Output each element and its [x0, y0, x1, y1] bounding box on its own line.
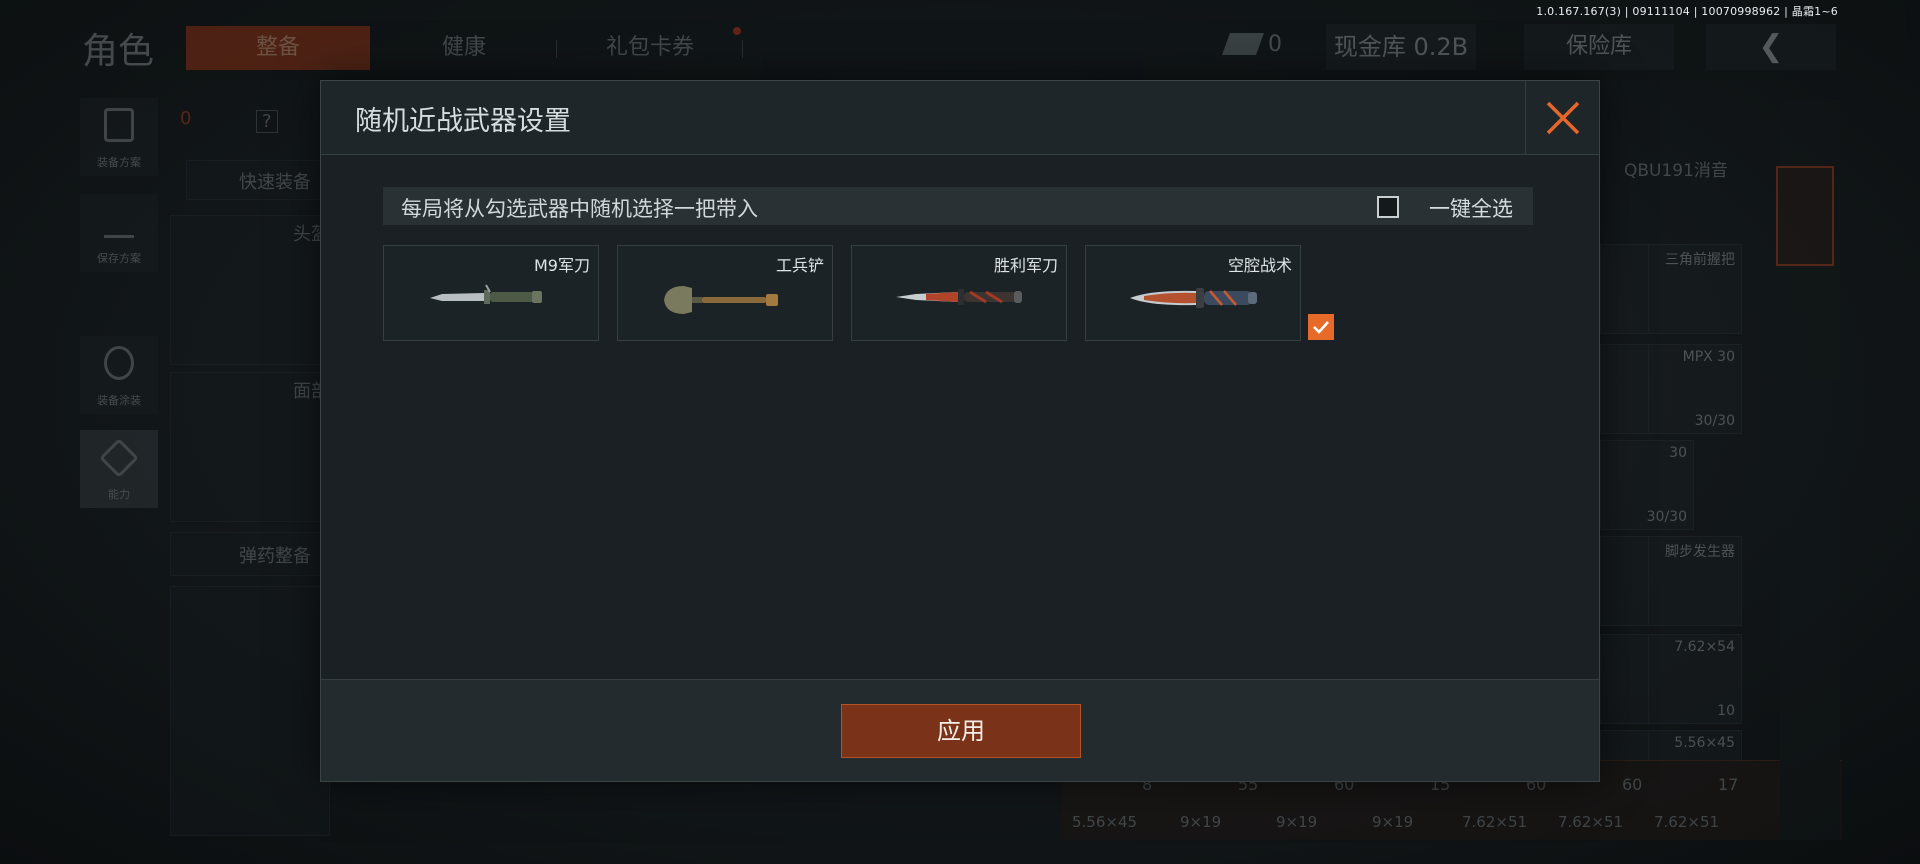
weapon-name: M9军刀 — [534, 256, 590, 275]
apply-button[interactable]: 应用 — [841, 704, 1081, 758]
ammo-equip-label: 弹药整备 — [239, 546, 311, 567]
sidebar-item-ability[interactable]: 能力 — [80, 430, 158, 508]
ammo-caliber: 7.62×51 — [1654, 813, 1720, 831]
cash-vault-button[interactable]: 现金库 0.2B — [1326, 24, 1476, 70]
ammo-caliber: 5.56×45 — [1072, 813, 1138, 831]
weapon-name: 工兵铲 — [775, 256, 824, 275]
sidebar-item-label: 能力 — [108, 488, 130, 501]
chevron-left-icon: ❮ — [1758, 29, 1784, 64]
quick-equip-button[interactable]: 快速装备 — [186, 160, 326, 200]
select-all-label: 一键全选 — [1429, 197, 1513, 221]
rail-active-item[interactable] — [1776, 166, 1834, 266]
sidebar-item-save[interactable]: 保存方案 — [80, 194, 158, 272]
weapon-card-tactical-knife[interactable]: 空腔战术 — [1085, 245, 1334, 341]
modal-footer: 应用 — [321, 679, 1599, 781]
helmet-icon — [104, 346, 134, 380]
random-melee-modal: 随机近战武器设置 每局将从勾选武器中随机选择一把带入 一键全选 M9军刀 工兵铲… — [320, 80, 1600, 782]
close-button[interactable] — [1525, 81, 1599, 155]
ammo-caliber: 9×19 — [1372, 813, 1414, 831]
insurance-vault-button[interactable]: 保险库 — [1524, 24, 1674, 70]
ammo-count: 60 — [1622, 775, 1643, 794]
sidebar-item-label: 装备涂装 — [97, 394, 141, 407]
modal-title: 随机近战武器设置 — [355, 106, 571, 137]
ammo-panel — [170, 586, 330, 836]
tactical-knife-icon — [1130, 288, 1257, 308]
sidebar-item-label: 装备方案 — [97, 156, 141, 169]
ammo-caliber: 9×19 — [1180, 813, 1222, 831]
currency-count: 0 — [1268, 32, 1282, 57]
weapon-card-victory-knife[interactable]: 胜利军刀 — [851, 245, 1067, 341]
weapon-card-m9[interactable]: M9军刀 — [383, 245, 599, 341]
version-info: 1.0.167.167(3) | 09111104 | 10070998962 … — [1536, 5, 1838, 18]
attachment-cell[interactable]: 三角前握把 — [1648, 244, 1742, 334]
weapon-name: QBU191消音 — [1624, 161, 1728, 181]
vest-icon — [104, 108, 134, 142]
ammo-equip-button[interactable]: 弹药整备 — [170, 532, 330, 576]
attachment-cell[interactable]: 脚步发生器 — [1648, 536, 1742, 626]
weapon-name: 空腔战术 — [1227, 256, 1292, 275]
attachment-cell[interactable]: MPX 30 30/30 — [1648, 344, 1742, 434]
tab-divider — [742, 40, 743, 58]
help-button[interactable]: ? — [256, 110, 278, 133]
modal-body: 每局将从勾选武器中随机选择一把带入 一键全选 M9军刀 工兵铲 胜利军刀 空腔战… — [321, 155, 1599, 679]
ammo-caliber: 7.62×51 — [1558, 813, 1624, 831]
notification-dot — [733, 27, 741, 35]
ammo-caliber: 7.62×51 — [1462, 813, 1528, 831]
ammo-caliber: 9×19 — [1276, 813, 1318, 831]
tab-gift-cards[interactable]: 礼包卡券 — [560, 26, 740, 70]
attachment-cell[interactable]: 7.62×54 10 — [1648, 634, 1742, 724]
sidebar-item-label: 保存方案 — [97, 252, 141, 265]
cash-icon — [1221, 33, 1265, 55]
info-text: 每局将从勾选武器中随机选择一把带入 — [401, 197, 758, 221]
victory-knife-icon — [896, 289, 1022, 305]
weapon-name: 胜利军刀 — [993, 256, 1058, 275]
game-screen: 1.0.167.167(3) | 09111104 | 10070998962 … — [0, 0, 1920, 864]
helmet-slot[interactable]: 头盔 — [170, 215, 330, 365]
shovel-icon — [664, 286, 778, 314]
weapon-checkbox-checked[interactable] — [1308, 314, 1334, 340]
quick-equip-label: 快速装备 — [239, 172, 311, 193]
bayonet-icon — [430, 284, 542, 304]
back-button[interactable]: ❮ — [1706, 24, 1836, 70]
sidebar-item-loadout[interactable]: 装备方案 — [80, 98, 158, 176]
select-all-toggle[interactable]: 一键全选 — [1373, 193, 1513, 221]
sidebar-item-skin[interactable]: 装备涂装 — [80, 336, 158, 414]
info-bar: 每局将从勾选武器中随机选择一把带入 一键全选 — [383, 187, 1533, 225]
page-title: 角色 — [82, 31, 155, 72]
ability-icon — [99, 438, 139, 478]
modal-header: 随机近战武器设置 — [321, 81, 1599, 155]
tab-equip[interactable]: 整备 — [186, 26, 370, 70]
weapon-card-shovel[interactable]: 工兵铲 — [617, 245, 833, 341]
tab-health[interactable]: 健康 — [390, 26, 538, 70]
attachment-cell[interactable]: 30 30/30 — [1600, 440, 1694, 530]
checkmark-icon — [1313, 321, 1329, 334]
close-icon — [1546, 101, 1580, 135]
tab-divider — [556, 40, 557, 58]
face-slot[interactable]: 面部 — [170, 372, 330, 522]
armor-count: 0 — [180, 108, 192, 129]
select-all-checkbox[interactable] — [1377, 196, 1399, 218]
download-icon — [104, 204, 134, 238]
ammo-count: 17 — [1718, 775, 1739, 794]
